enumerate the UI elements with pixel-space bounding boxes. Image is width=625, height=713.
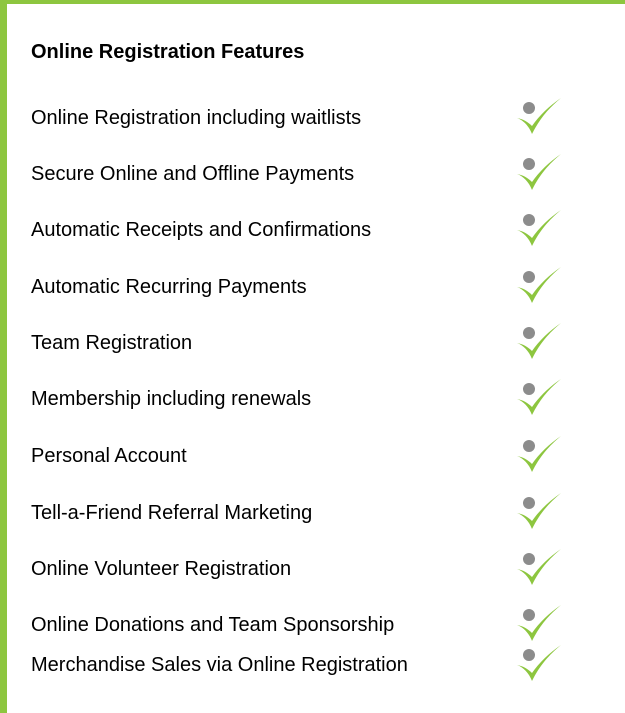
feature-label: Automatic Receipts and Confirmations [31, 219, 372, 241]
check-dot [523, 327, 535, 339]
feature-label: Merchandise Sales via Online Registratio… [31, 654, 408, 676]
feature-label: Online Volunteer Registration [31, 558, 292, 580]
feature-item: Team Registration [31, 321, 591, 365]
features-panel: Online Registration Features Online Regi… [0, 0, 625, 713]
checkmark-svg [517, 210, 561, 246]
check-stroke [517, 323, 561, 359]
check-stroke [517, 210, 561, 246]
checkmark-icon [513, 321, 565, 365]
feature-item: Online Donations and Team Sponsorship [31, 603, 591, 647]
check-stroke [517, 645, 561, 681]
feature-label: Tell-a-Friend Referral Marketing [31, 502, 313, 524]
checkmark-icon [513, 491, 565, 535]
feature-item: Personal Account [31, 434, 591, 478]
check-dot [523, 158, 535, 170]
checkmark-icon [513, 96, 565, 140]
feature-item: Merchandise Sales via Online Registratio… [31, 643, 591, 687]
checkmark-icon [513, 265, 565, 309]
checkmark-icon [513, 643, 565, 687]
feature-item: Automatic Receipts and Confirmations [31, 208, 591, 252]
checkmark-svg [517, 549, 561, 585]
feature-label: Secure Online and Offline Payments [31, 163, 355, 185]
check-stroke [517, 493, 561, 529]
check-dot [523, 102, 535, 114]
feature-item: Membership including renewals [31, 377, 591, 421]
check-dot [523, 271, 535, 283]
feature-item: Tell-a-Friend Referral Marketing [31, 491, 591, 535]
check-dot [523, 383, 535, 395]
checkmark-svg [517, 493, 561, 529]
feature-label: Online Registration including waitlists [31, 107, 362, 129]
feature-label: Team Registration [31, 332, 193, 354]
checkmark-icon [513, 547, 565, 591]
checkmark-svg [517, 436, 561, 472]
check-dot [523, 649, 535, 661]
checkmark-icon [513, 434, 565, 478]
checkmark-icon [513, 377, 565, 421]
checkmark-svg [517, 379, 561, 415]
checkmark-svg [517, 645, 561, 681]
check-dot [523, 214, 535, 226]
check-stroke [517, 605, 561, 641]
feature-item: Online Volunteer Registration [31, 547, 591, 591]
checkmark-svg [517, 605, 561, 641]
check-dot [523, 609, 535, 621]
check-dot [523, 553, 535, 565]
feature-label: Personal Account [31, 445, 187, 467]
check-stroke [517, 549, 561, 585]
check-stroke [517, 267, 561, 303]
check-stroke [517, 154, 561, 190]
checkmark-svg [517, 154, 561, 190]
checkmark-icon [513, 152, 565, 196]
checkmark-svg [517, 98, 561, 134]
feature-label: Membership including renewals [31, 388, 312, 410]
check-stroke [517, 379, 561, 415]
feature-item: Online Registration including waitlists [31, 96, 591, 140]
checkmark-svg [517, 267, 561, 303]
feature-label: Automatic Recurring Payments [31, 276, 307, 298]
checkmark-icon [513, 208, 565, 252]
feature-item: Secure Online and Offline Payments [31, 152, 591, 196]
feature-item: Automatic Recurring Payments [31, 265, 591, 309]
checkmark-svg [517, 323, 561, 359]
check-stroke [517, 98, 561, 134]
feature-label: Online Donations and Team Sponsorship [31, 614, 395, 636]
checkmark-icon [513, 603, 565, 647]
check-dot [523, 440, 535, 452]
panel-title: Online Registration Features [31, 41, 305, 63]
check-stroke [517, 436, 561, 472]
check-dot [523, 497, 535, 509]
